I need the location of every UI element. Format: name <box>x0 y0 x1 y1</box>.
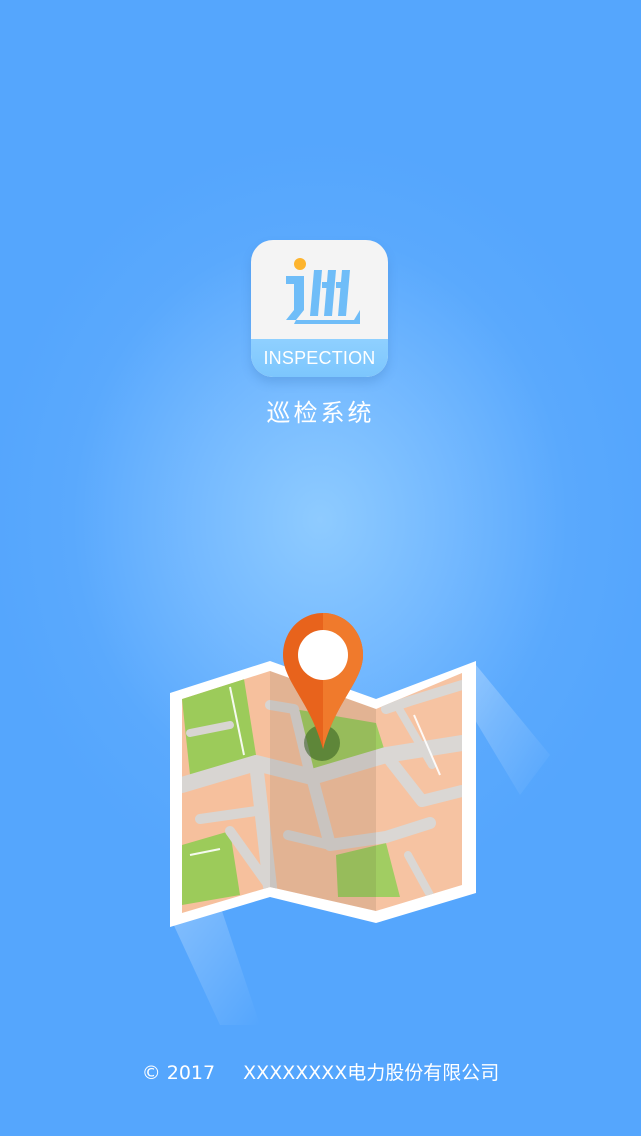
map-illustration <box>170 613 550 1025</box>
app-logo: INSPECTION <box>251 240 388 377</box>
map-shadow-left <box>170 905 260 1025</box>
copyright-text: © 2017 <box>141 1062 216 1084</box>
icon-label-band: INSPECTION <box>251 339 388 377</box>
icon-label: INSPECTION <box>263 347 376 368</box>
app-title: 巡检系统 <box>266 399 375 427</box>
footer: © 2017 XXXXXXXX电力股份有限公司 <box>0 1058 641 1085</box>
map-shadow-right <box>472 665 550 795</box>
company-name: XXXXXXXX电力股份有限公司 <box>243 1062 500 1084</box>
inspection-logo-icon <box>286 258 360 324</box>
